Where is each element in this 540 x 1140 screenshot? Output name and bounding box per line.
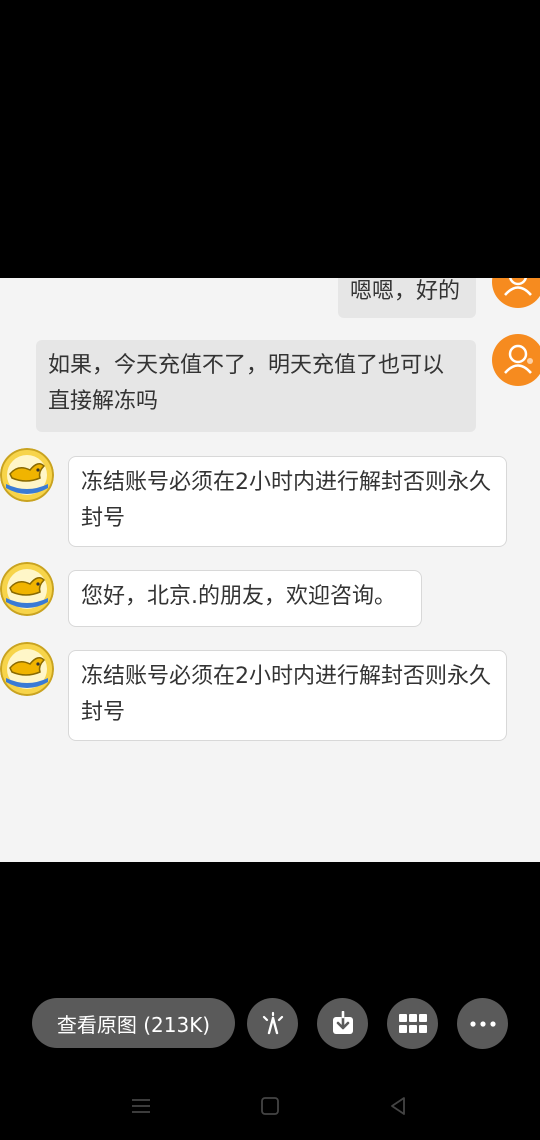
menu-icon [132, 1099, 150, 1113]
more-button[interactable] [457, 998, 508, 1049]
incoming-message-bubble: 冻结账号必须在2小时内进行解封否则永久封号 [68, 456, 507, 547]
back-icon [391, 1097, 405, 1115]
service-avatar [0, 562, 54, 616]
view-original-button[interactable]: 查看原图 (213K) [32, 998, 235, 1048]
more-icon [469, 1020, 496, 1027]
outgoing-message-bubble: 嗯嗯，好的 [338, 278, 476, 318]
grid-button[interactable] [387, 998, 438, 1049]
message-text: 如果，今天充值不了，明天充值了也可以直接解冻吗 [48, 353, 445, 414]
bird-logo-icon [0, 448, 54, 502]
home-icon [261, 1097, 279, 1115]
message-text: 嗯嗯，好的 [350, 279, 461, 304]
back-button[interactable] [386, 1094, 410, 1118]
message-text: 您好，北京.的朋友，欢迎咨询。 [81, 584, 396, 609]
message-text: 冻结账号必须在2小时内进行解封否则永久封号 [81, 470, 491, 531]
view-original-label: 查看原图 (213K) [56, 1012, 211, 1037]
menu-button[interactable] [129, 1094, 153, 1118]
user-avatar-icon [504, 344, 533, 374]
home-button[interactable] [258, 1094, 282, 1118]
system-nav-bar [0, 1084, 540, 1128]
chat-photo[interactable]: 嗯嗯，好的 如果，今天充值不了，明天充值了也可以直接解冻吗 冻结账号必须在2小时… [0, 278, 540, 862]
edit-button[interactable] [247, 998, 298, 1049]
edit-icon [262, 1011, 283, 1034]
image-viewer-toolbar: 查看原图 (213K) [0, 996, 540, 1052]
user-avatar-icon [504, 278, 532, 296]
grid-icon [398, 1013, 427, 1033]
incoming-message-bubble: 冻结账号必须在2小时内进行解封否则永久封号 [68, 650, 507, 741]
service-avatar [0, 642, 54, 696]
incoming-message-bubble: 您好，北京.的朋友，欢迎咨询。 [68, 570, 422, 627]
service-avatar [0, 448, 54, 502]
download-icon [332, 1010, 353, 1034]
bird-logo-icon [0, 562, 54, 616]
outgoing-message-bubble: 如果，今天充值不了，明天充值了也可以直接解冻吗 [36, 340, 476, 432]
user-avatar [492, 334, 540, 386]
download-button[interactable] [317, 998, 368, 1049]
message-text: 冻结账号必须在2小时内进行解封否则永久封号 [81, 664, 491, 725]
bird-logo-icon [0, 642, 54, 696]
user-avatar [492, 278, 540, 308]
